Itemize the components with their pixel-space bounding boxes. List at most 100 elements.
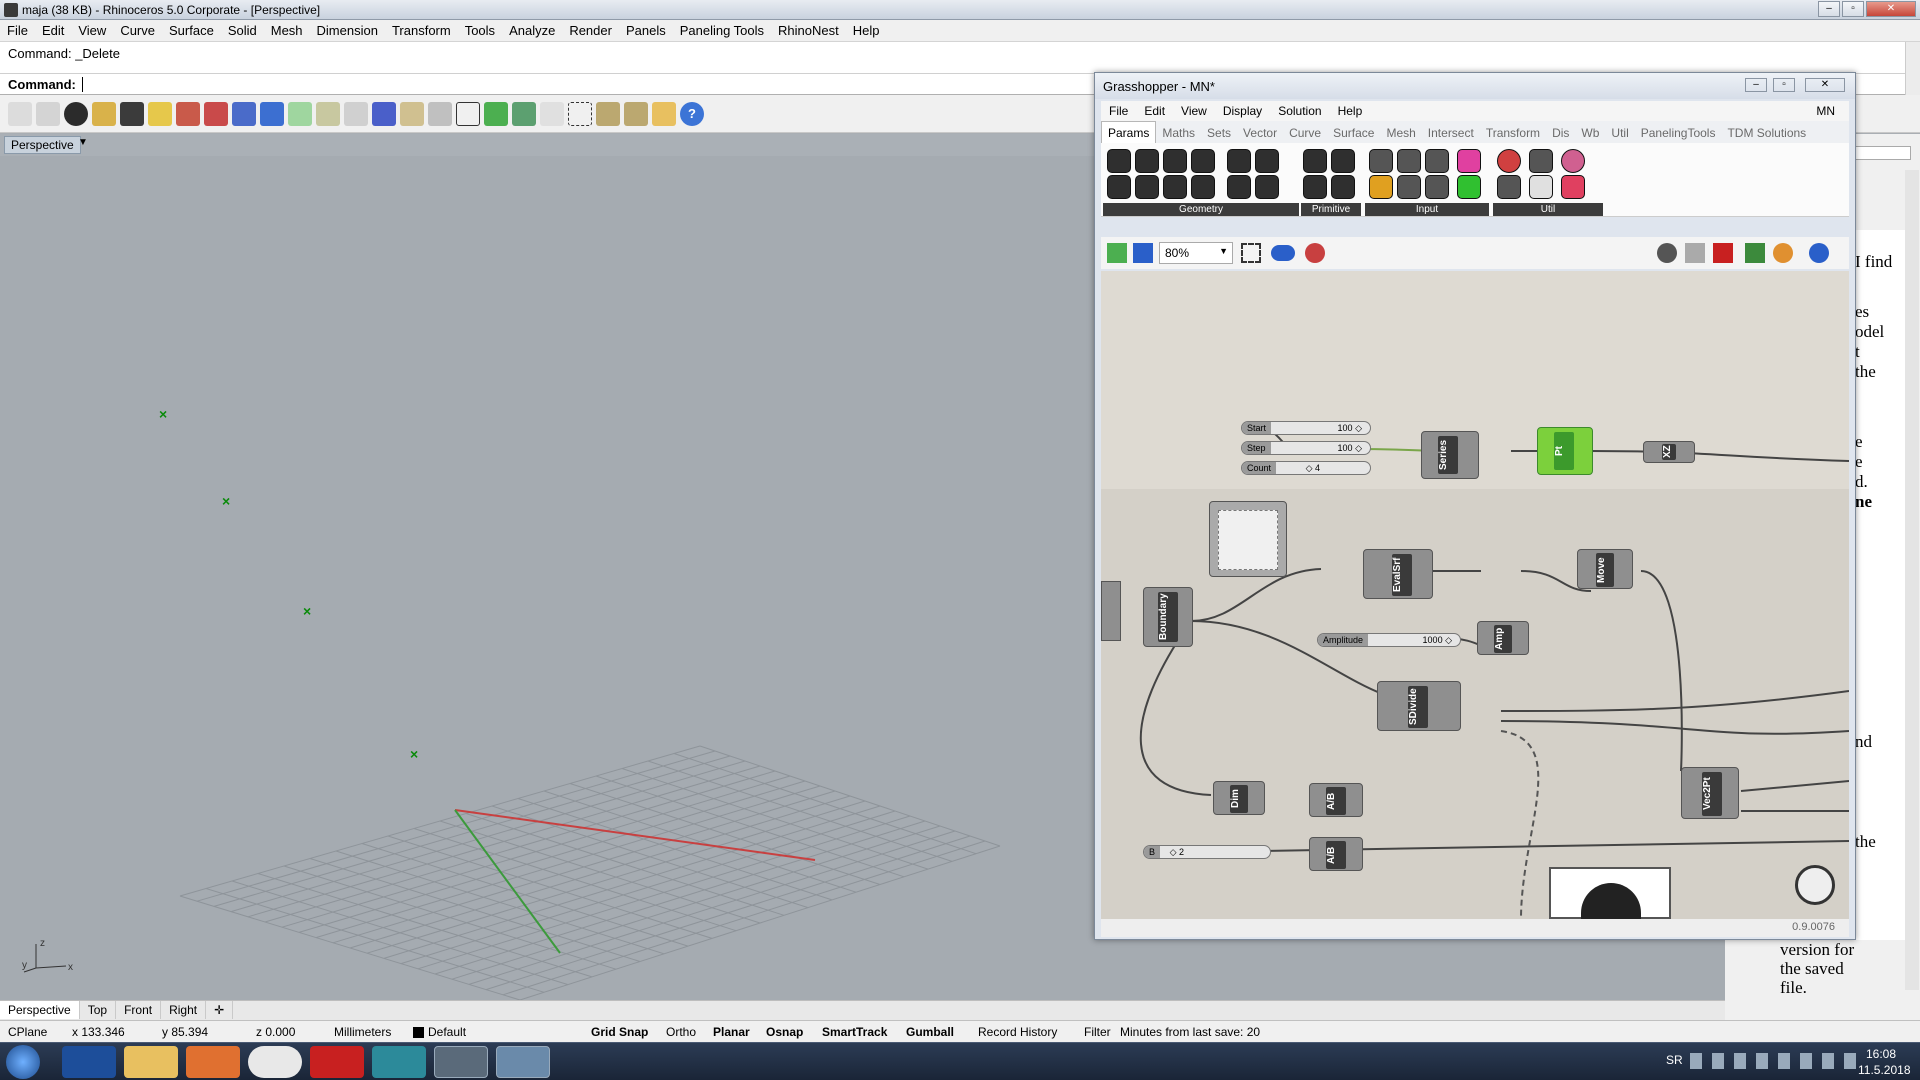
rhino-icon-2[interactable] bbox=[92, 102, 116, 126]
grasshopper-icon[interactable] bbox=[512, 102, 536, 126]
gh-menu-edit[interactable]: Edit bbox=[1136, 101, 1173, 121]
amplitude-slider[interactable]: Amplitude 1000 ◇ bbox=[1317, 633, 1461, 647]
gradient-icon[interactable] bbox=[1457, 175, 1481, 199]
bold-icon[interactable] bbox=[540, 102, 564, 126]
menu-panels[interactable]: Panels bbox=[619, 20, 673, 38]
menu-file[interactable]: File bbox=[0, 20, 35, 38]
cplane-label[interactable]: CPlane bbox=[8, 1025, 47, 1039]
navigation-compass-icon[interactable] bbox=[1795, 865, 1835, 905]
autocad-icon[interactable] bbox=[310, 1046, 364, 1078]
cherries-icon[interactable] bbox=[1497, 149, 1521, 173]
menu-render[interactable]: Render bbox=[562, 20, 619, 38]
units-label[interactable]: Millimeters bbox=[334, 1025, 391, 1039]
gear-blue-icon[interactable] bbox=[372, 102, 396, 126]
input-param-edge[interactable] bbox=[1101, 581, 1121, 641]
tab-top[interactable]: Top bbox=[80, 1001, 117, 1019]
recycle-icon[interactable] bbox=[288, 102, 312, 126]
color-swatch-icon[interactable] bbox=[1457, 149, 1481, 173]
gh-tab-intersect[interactable]: Intersect bbox=[1422, 122, 1480, 144]
rhino-icon-4[interactable] bbox=[148, 102, 172, 126]
image-panel[interactable] bbox=[1549, 867, 1671, 923]
paint-icon[interactable] bbox=[496, 1046, 550, 1078]
zoom-extents-icon[interactable] bbox=[1241, 243, 1261, 263]
tree-icon[interactable] bbox=[1497, 175, 1521, 199]
internet-explorer-icon[interactable] bbox=[62, 1046, 116, 1078]
sdivide-component[interactable]: SDivide bbox=[1377, 681, 1461, 731]
spiral-icon[interactable] bbox=[316, 102, 340, 126]
gh-tab-transform[interactable]: Transform bbox=[1480, 122, 1546, 144]
primitive-icon[interactable] bbox=[1303, 149, 1327, 173]
gh-menu-display[interactable]: Display bbox=[1215, 101, 1270, 121]
rhino-icon-5[interactable] bbox=[176, 102, 200, 126]
preview-eye-icon[interactable] bbox=[1271, 245, 1295, 261]
gh-doc-tag[interactable]: MN bbox=[1808, 101, 1843, 121]
menu-mesh[interactable]: Mesh bbox=[264, 20, 310, 38]
divide-component-2[interactable]: A/B bbox=[1309, 837, 1363, 871]
vec2pt-component[interactable]: Vec2Pt bbox=[1681, 767, 1739, 819]
boundary-component[interactable]: Boundary bbox=[1143, 587, 1193, 647]
explorer-folder-icon[interactable] bbox=[124, 1046, 178, 1078]
input-icon[interactable] bbox=[1369, 149, 1393, 173]
menu-view[interactable]: View bbox=[71, 20, 113, 38]
surface-tool-icon[interactable] bbox=[232, 102, 256, 126]
input-icon[interactable] bbox=[1397, 149, 1421, 173]
flask-icon[interactable] bbox=[1561, 175, 1585, 199]
menu-dimension[interactable]: Dimension bbox=[310, 20, 385, 38]
param-icon[interactable] bbox=[1227, 149, 1251, 173]
gh-minimize-button[interactable]: ‒ bbox=[1745, 78, 1767, 92]
divide-component-1[interactable]: A/B bbox=[1309, 783, 1363, 817]
menu-analyze[interactable]: Analyze bbox=[502, 20, 562, 38]
amp-component[interactable]: Amp bbox=[1477, 621, 1529, 655]
gh-tab-surface[interactable]: Surface bbox=[1327, 122, 1380, 144]
gh-tab-wb[interactable]: Wb bbox=[1575, 122, 1605, 144]
gh-menu-file[interactable]: File bbox=[1101, 101, 1136, 121]
group-geometry[interactable]: Geometry bbox=[1103, 203, 1299, 216]
step-slider[interactable]: Step 100 ◇ bbox=[1241, 441, 1371, 455]
sphere-icon[interactable] bbox=[1809, 243, 1829, 263]
param-icon[interactable] bbox=[1135, 149, 1159, 173]
menu-surface[interactable]: Surface bbox=[162, 20, 221, 38]
util-icon[interactable] bbox=[1561, 149, 1585, 173]
menu-solid[interactable]: Solid bbox=[221, 20, 264, 38]
menu-edit[interactable]: Edit bbox=[35, 20, 71, 38]
gh-menu-help[interactable]: Help bbox=[1330, 101, 1371, 121]
param-icon[interactable] bbox=[1227, 175, 1251, 199]
open-folder-icon[interactable] bbox=[652, 102, 676, 126]
gh-canvas[interactable]: Start 100 ◇ Step 100 ◇ Count ◇ 4 Series Pt … bbox=[1101, 271, 1849, 923]
arrow-outline-icon[interactable] bbox=[1529, 175, 1553, 199]
preview-mode-icon[interactable] bbox=[1657, 243, 1677, 263]
pt-component[interactable]: Pt bbox=[1537, 427, 1593, 475]
gumball-toggle[interactable]: Gumball bbox=[906, 1025, 954, 1039]
filter-toggle[interactable]: Filter bbox=[1084, 1025, 1111, 1039]
point-marker[interactable]: × bbox=[222, 493, 230, 509]
selected-only-icon[interactable] bbox=[1745, 243, 1765, 263]
smarttrack-toggle[interactable]: SmartTrack bbox=[822, 1025, 887, 1039]
new-file-icon[interactable] bbox=[8, 102, 32, 126]
add-tab-icon[interactable]: ✛ bbox=[206, 1001, 234, 1019]
param-icon[interactable] bbox=[1191, 149, 1215, 173]
graph-area[interactable] bbox=[1218, 510, 1278, 570]
chrome-icon[interactable] bbox=[248, 1046, 302, 1078]
language-indicator[interactable]: SR bbox=[1666, 1053, 1683, 1067]
param-icon[interactable] bbox=[1191, 175, 1215, 199]
help-icon[interactable]: ? bbox=[680, 102, 704, 126]
viewport-menu-arrow-icon[interactable]: ▼ bbox=[78, 137, 88, 148]
group-util[interactable]: Util bbox=[1493, 203, 1603, 216]
count-slider[interactable]: Count ◇ 4 bbox=[1241, 461, 1371, 475]
start-slider[interactable]: Start 100 ◇ bbox=[1241, 421, 1371, 435]
param-icon[interactable] bbox=[1135, 175, 1159, 199]
panel-tab[interactable] bbox=[1855, 146, 1911, 160]
command-scrollbar[interactable] bbox=[1905, 42, 1920, 95]
gh-tab-sets[interactable]: Sets bbox=[1201, 122, 1237, 144]
panel-icon[interactable] bbox=[1425, 175, 1449, 199]
rhino-taskbar-icon[interactable] bbox=[434, 1046, 488, 1078]
gh-tab-dis[interactable]: Dis bbox=[1546, 122, 1575, 144]
zoom-select[interactable]: 80% ▼ bbox=[1159, 242, 1233, 264]
close-button[interactable]: ✕ bbox=[1866, 1, 1916, 17]
menu-curve[interactable]: Curve bbox=[113, 20, 162, 38]
planar-toggle[interactable]: Planar bbox=[713, 1025, 750, 1039]
record-history-toggle[interactable]: Record History bbox=[978, 1025, 1057, 1039]
open-file-icon[interactable] bbox=[1107, 243, 1127, 263]
xz-component[interactable]: XZ bbox=[1643, 441, 1695, 463]
app-icon[interactable] bbox=[372, 1046, 426, 1078]
